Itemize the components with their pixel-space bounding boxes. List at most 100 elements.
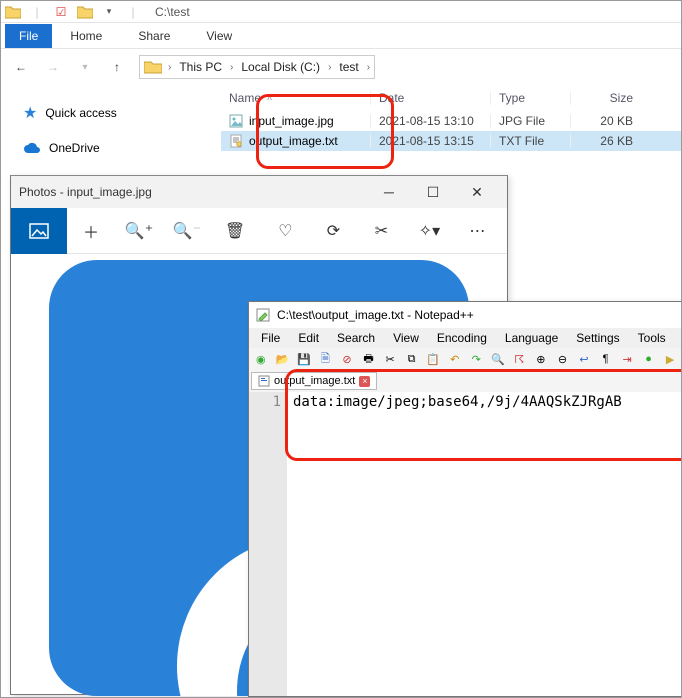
maximize-button[interactable]: ☐	[411, 176, 455, 208]
file-tab[interactable]: File	[5, 24, 52, 48]
saveall-icon[interactable]: 🗎	[316, 350, 336, 368]
tab-label: output_image.txt	[274, 375, 355, 387]
history-dropdown[interactable]: ▾	[71, 53, 99, 81]
print-icon[interactable]: 🖶	[359, 350, 379, 368]
onedrive[interactable]: OneDrive	[23, 137, 211, 159]
col-date[interactable]: Date	[371, 91, 491, 105]
col-type[interactable]: Type	[491, 91, 571, 105]
star-icon: ★	[23, 103, 37, 123]
zoom-in-button[interactable]: 🔍⁺	[115, 208, 163, 254]
file-type: TXT File	[491, 134, 571, 148]
col-name[interactable]: Name˄	[221, 91, 371, 105]
crumb-folder[interactable]: test	[335, 60, 362, 74]
paste-icon[interactable]: 📋	[423, 350, 443, 368]
file-date: 2021-08-15 13:10	[371, 114, 491, 128]
crop-button[interactable]: ✂	[357, 208, 405, 254]
collection-button[interactable]	[11, 208, 67, 254]
line-number: 1	[249, 392, 287, 696]
npp-title: C:\test\output_image.txt - Notepad++	[277, 308, 474, 322]
file-type: JPG File	[491, 114, 571, 128]
record-icon[interactable]: ●	[639, 350, 659, 368]
menu-view[interactable]: View	[385, 329, 427, 347]
menu-macro[interactable]: Macro	[676, 329, 682, 347]
showchars-icon[interactable]: ¶	[596, 350, 616, 368]
zoom-in-icon[interactable]: ⊕	[531, 350, 551, 368]
new-icon[interactable]: ◉	[251, 350, 271, 368]
wordwrap-icon[interactable]: ↩	[574, 350, 594, 368]
zoom-out-button[interactable]: 🔍⁻	[163, 208, 211, 254]
dropdown-icon[interactable]: ▾	[101, 4, 117, 20]
redo-icon[interactable]: ↷	[466, 350, 486, 368]
menu-language[interactable]: Language	[497, 329, 566, 347]
quick-access-label: Quick access	[45, 106, 116, 120]
find-icon[interactable]: 🔍	[488, 350, 508, 368]
cut-icon[interactable]: ✂	[380, 350, 400, 368]
copy-icon[interactable]: ⧉	[402, 350, 422, 368]
npp-app-icon	[255, 307, 271, 323]
editor-line[interactable]: data:image/jpeg;base64,/9j/4AAQSkZJRgAB	[287, 392, 682, 696]
add-button[interactable]: ＋	[67, 208, 115, 254]
indent-icon[interactable]: ⇥	[617, 350, 637, 368]
rotate-button[interactable]: ⟳	[309, 208, 357, 254]
nav-bar: ← → ▾ ↑ › This PC › Local Disk (C:) › te…	[1, 49, 681, 85]
menu-file[interactable]: File	[253, 329, 288, 347]
file-row[interactable]: input_image.jpg 2021-08-15 13:10 JPG Fil…	[221, 111, 681, 131]
up-button[interactable]: ↑	[103, 53, 131, 81]
window-title: C:\test	[155, 5, 190, 19]
chevron-right-icon[interactable]: ›	[168, 62, 171, 73]
save-icon[interactable]: 💾	[294, 350, 314, 368]
photos-toolbar: ＋ 🔍⁺ 🔍⁻ 🗑 ♡ ⟳ ✂ ✧▾ ⋯	[11, 208, 507, 254]
menu-edit[interactable]: Edit	[290, 329, 327, 347]
address-bar[interactable]: › This PC › Local Disk (C:) › test ›	[139, 55, 375, 79]
home-tab[interactable]: Home	[52, 24, 120, 48]
chevron-right-icon[interactable]: ›	[230, 62, 233, 73]
chevron-right-icon[interactable]: ›	[328, 62, 331, 73]
file-name: output_image.txt	[249, 134, 338, 148]
photos-titlebar[interactable]: Photos - input_image.jpg ─ ☐ ✕	[11, 176, 507, 208]
crumb-drive[interactable]: Local Disk (C:)	[237, 60, 324, 74]
explorer-content: ★ Quick access OneDrive Name˄ Date Type …	[1, 85, 681, 185]
play-icon[interactable]: ▶	[660, 350, 680, 368]
tab-close-icon[interactable]: ×	[359, 376, 370, 387]
favorite-button[interactable]: ♡	[261, 208, 309, 254]
crumb-this-pc[interactable]: This PC	[175, 60, 226, 74]
forward-button[interactable]: →	[39, 53, 67, 81]
image-file-icon	[229, 114, 243, 128]
folder2-icon[interactable]	[77, 4, 93, 20]
checkbox-icon[interactable]: ☑	[53, 4, 69, 20]
npp-titlebar[interactable]: C:\test\output_image.txt - Notepad++	[249, 302, 682, 328]
share-tab[interactable]: Share	[120, 24, 188, 48]
minimize-button[interactable]: ─	[367, 176, 411, 208]
npp-tab-bar: output_image.txt ×	[249, 370, 682, 392]
menu-search[interactable]: Search	[329, 329, 383, 347]
col-size[interactable]: Size	[571, 91, 641, 105]
npp-toolbar: ◉ 📂 💾 🗎 ⊘ 🖶 ✂ ⧉ 📋 ↶ ↷ 🔍 ☈ ⊕ ⊖ ↩ ¶ ⇥ ● ▶	[249, 348, 682, 370]
view-tab[interactable]: View	[188, 24, 250, 48]
notepadpp-window: C:\test\output_image.txt - Notepad++ Fil…	[248, 301, 682, 697]
menu-tools[interactable]: Tools	[630, 329, 674, 347]
undo-icon[interactable]: ↶	[445, 350, 465, 368]
tab-file-icon	[258, 375, 270, 387]
menu-encoding[interactable]: Encoding	[429, 329, 495, 347]
more-button[interactable]: ⋯	[453, 208, 501, 254]
menu-settings[interactable]: Settings	[568, 329, 627, 347]
folder-icon	[144, 60, 162, 74]
open-icon[interactable]: 📂	[273, 350, 293, 368]
close-icon[interactable]: ⊘	[337, 350, 357, 368]
zoom-out-icon[interactable]: ⊖	[553, 350, 573, 368]
npp-editor[interactable]: 1 data:image/jpeg;base64,/9j/4AAQSkZJRgA…	[249, 392, 682, 696]
edit-button[interactable]: ✧▾	[405, 208, 453, 254]
file-row[interactable]: output_image.txt 2021-08-15 13:15 TXT Fi…	[221, 131, 681, 151]
back-button[interactable]: ←	[7, 53, 35, 81]
chevron-right-icon[interactable]: ›	[367, 62, 370, 73]
column-headers: Name˄ Date Type Size	[221, 85, 681, 111]
qat-divider2: |	[125, 4, 141, 20]
close-button[interactable]: ✕	[455, 176, 499, 208]
onedrive-label: OneDrive	[49, 141, 100, 155]
delete-button[interactable]: 🗑	[211, 208, 259, 254]
cloud-icon	[23, 142, 41, 154]
npp-tab[interactable]: output_image.txt ×	[251, 372, 377, 390]
replace-icon[interactable]: ☈	[510, 350, 530, 368]
quick-access[interactable]: ★ Quick access	[23, 99, 211, 127]
file-name: input_image.jpg	[249, 114, 334, 128]
